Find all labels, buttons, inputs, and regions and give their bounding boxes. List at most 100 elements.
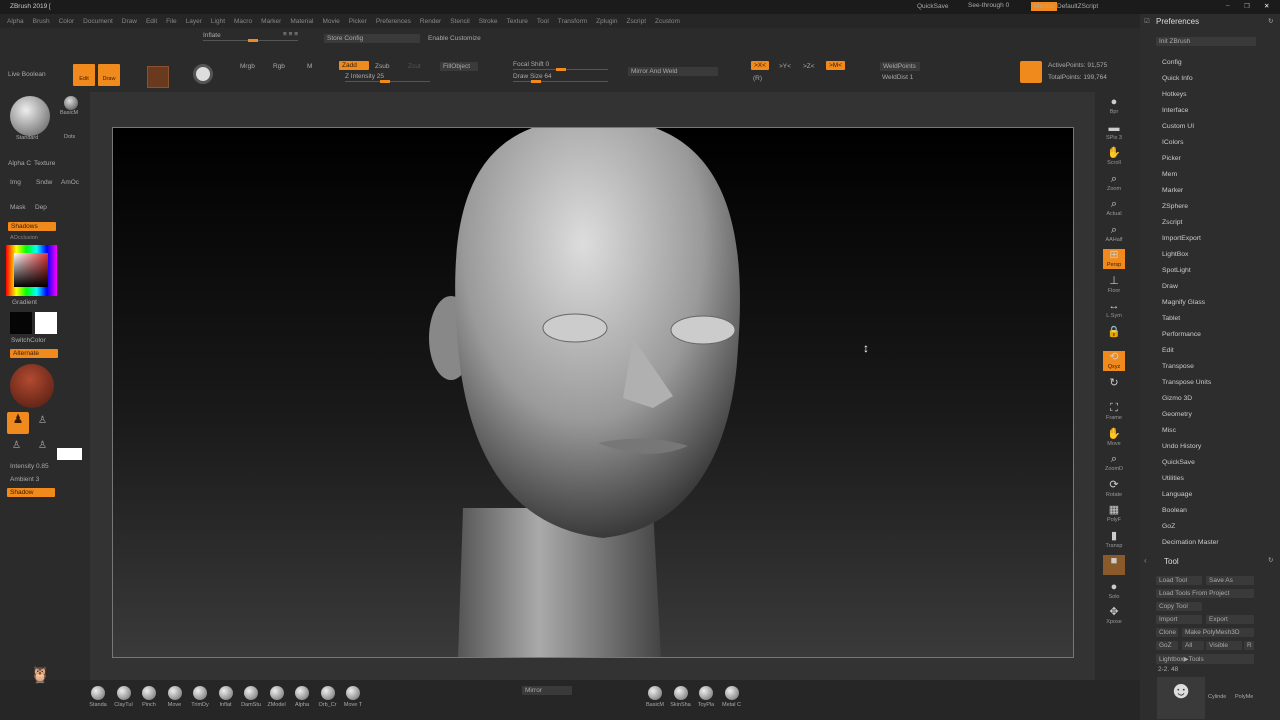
see-through-slider[interactable]: See-through 0	[968, 2, 1009, 9]
pref-item[interactable]: Language	[1162, 491, 1192, 498]
ambient-slider[interactable]: Ambient 3	[10, 476, 39, 483]
shelf-button-rotate[interactable]: ⟳ Rotate	[1103, 479, 1125, 499]
reset-icon[interactable]: ↻	[1268, 556, 1273, 564]
pref-item[interactable]: ImportExport	[1162, 235, 1201, 242]
sym-x-button[interactable]: >X<	[751, 61, 769, 70]
sym-m-button[interactable]: >M<	[826, 61, 846, 70]
pref-item[interactable]: ZSphere	[1162, 203, 1188, 210]
menu-item[interactable]: Layer	[186, 18, 202, 25]
goz-button[interactable]: GoZ	[1156, 641, 1178, 650]
shelf-button-zoomd[interactable]: ⌕ ZoomD	[1103, 453, 1125, 473]
pref-item[interactable]: Decimation Master	[1162, 539, 1219, 546]
pref-item[interactable]: Misc	[1162, 427, 1176, 434]
menu-item[interactable]: Picker	[349, 18, 367, 25]
material-swatch[interactable]	[147, 66, 169, 88]
material-slot[interactable]: Metal C	[721, 686, 743, 708]
pref-item[interactable]: SpotLight	[1162, 267, 1191, 274]
checkbox-icon[interactable]: ☑	[1144, 17, 1150, 25]
store-config-button[interactable]: Store Config	[324, 34, 420, 43]
shelf-button-zoom[interactable]: ⌕ Zoom	[1103, 173, 1125, 193]
mirror-button[interactable]: Mirror	[522, 686, 572, 695]
live-boolean-toggle[interactable]: Live Boolean	[8, 71, 46, 78]
pref-item[interactable]: Geometry	[1162, 411, 1192, 418]
pref-item[interactable]: Quick Info	[1162, 75, 1193, 82]
pref-item[interactable]: Undo History	[1162, 443, 1201, 450]
shelf-button-scroll[interactable]: ✋ Scroll	[1103, 147, 1125, 167]
zcut-button[interactable]: Zcut	[408, 63, 421, 70]
pref-item[interactable]: Magnify Glass	[1162, 299, 1205, 306]
material-slot[interactable]: ToyPla	[695, 686, 717, 708]
cylinder-tool[interactable]: Cylinde	[1208, 694, 1226, 700]
draw-size-slider[interactable]: Draw Size 64	[513, 73, 552, 80]
sym-z-button[interactable]: >Z<	[803, 63, 815, 70]
pref-item[interactable]: Config	[1162, 59, 1182, 66]
light-bulb-icon[interactable]: ♙	[38, 415, 47, 426]
pref-item[interactable]: Custom UI	[1162, 123, 1194, 130]
brush-slot[interactable]: TrimDy	[189, 686, 211, 708]
stroke-name[interactable]: Dots	[64, 134, 75, 140]
menu-item[interactable]: Macro	[234, 18, 252, 25]
light-color[interactable]	[57, 448, 82, 460]
zadd-button[interactable]: Zadd	[339, 61, 369, 70]
material-slot[interactable]: SkinSha	[670, 686, 692, 708]
pref-item[interactable]: Interface	[1162, 107, 1188, 114]
brush-slot[interactable]: Pinch	[138, 686, 160, 708]
shelf-button-spix-3[interactable]: ▬ SPix 3	[1103, 122, 1125, 142]
pref-item[interactable]: Gizmo 3D	[1162, 395, 1192, 402]
menu-item[interactable]: Stencil	[450, 18, 470, 25]
pref-item[interactable]: Edit	[1162, 347, 1174, 354]
secondary-color[interactable]	[10, 312, 32, 334]
menu-item[interactable]: Zplugin	[596, 18, 617, 25]
init-zbrush-button[interactable]: Init ZBrush	[1156, 37, 1256, 46]
brush-slot[interactable]: ClayTul	[113, 686, 135, 708]
switch-color-button[interactable]: SwitchColor	[11, 337, 46, 344]
light-bulb-icon[interactable]: ♟	[7, 412, 29, 434]
menu-item[interactable]: Document	[83, 18, 113, 25]
load-tools-from-project-button[interactable]: Load Tools From Project	[1156, 589, 1254, 598]
weld-points-button[interactable]: WeldPoints	[880, 62, 920, 71]
z-intensity-slider[interactable]: Z Intensity 25	[345, 73, 384, 80]
import-button[interactable]: Import	[1156, 615, 1202, 624]
back-icon[interactable]: ‹	[1144, 556, 1147, 565]
brush-slot[interactable]: ZModel	[266, 686, 288, 708]
menus-toggle[interactable]: Menus	[1031, 2, 1057, 11]
shadow-button[interactable]: Shadow	[7, 488, 55, 497]
alternate-button[interactable]: Alternate	[10, 349, 58, 358]
close-icon[interactable]: ✕	[1264, 2, 1269, 10]
brush-slot[interactable]: Inflat	[215, 686, 237, 708]
pref-item[interactable]: Hotkeys	[1162, 91, 1187, 98]
pref-item[interactable]: Draw	[1162, 283, 1178, 290]
menu-item[interactable]: Tool	[537, 18, 549, 25]
pref-item[interactable]: Mem	[1162, 171, 1177, 178]
pref-item[interactable]: QuickSave	[1162, 459, 1195, 466]
shelf-button-xpose[interactable]: ✥ Xpose	[1103, 606, 1125, 626]
shelf-button-icon[interactable]: ↻	[1103, 377, 1125, 397]
menu-item[interactable]: Edit	[146, 18, 157, 25]
brush-slot[interactable]: Orb_Cr	[317, 686, 339, 708]
texture-button[interactable]: Texture	[34, 160, 55, 167]
preferences-title[interactable]: Preferences	[1156, 17, 1199, 26]
zsub-button[interactable]: Zsub	[375, 63, 389, 70]
shelf-button-actual[interactable]: ⌕ Actual	[1103, 198, 1125, 218]
color-picker[interactable]	[6, 245, 57, 296]
focal-shift-slider[interactable]: Focal Shift 0	[513, 61, 549, 68]
menu-item[interactable]: Stroke	[479, 18, 498, 25]
quicksave-button[interactable]: QuickSave	[917, 3, 948, 10]
shelf-button-floor[interactable]: ⊥ Floor	[1103, 275, 1125, 295]
amoc-button[interactable]: AmOc	[61, 179, 79, 186]
pref-item[interactable]: LightBox	[1162, 251, 1188, 258]
radial-button[interactable]: (R)	[753, 75, 762, 82]
tool-title[interactable]: Tool	[1164, 557, 1179, 566]
copy-tool-button[interactable]: Copy Tool	[1156, 602, 1202, 611]
pref-item[interactable]: Transpose	[1162, 363, 1194, 370]
shelf-button-move[interactable]: ✋ Move	[1103, 428, 1125, 448]
draw-button[interactable]: Draw	[98, 64, 120, 86]
shadows-button[interactable]: Shadows	[8, 222, 56, 231]
minimize-icon[interactable]: –	[1226, 2, 1230, 9]
alpha-button[interactable]: Alpha C	[8, 160, 31, 167]
pref-item[interactable]: Picker	[1162, 155, 1181, 162]
document-viewport[interactable]: ↕	[112, 127, 1074, 658]
light-bulb-icon[interactable]: ♙	[38, 440, 47, 451]
intensity-slider[interactable]: Intensity 0.85	[10, 463, 49, 470]
menu-item[interactable]: Zcustom	[655, 18, 680, 25]
